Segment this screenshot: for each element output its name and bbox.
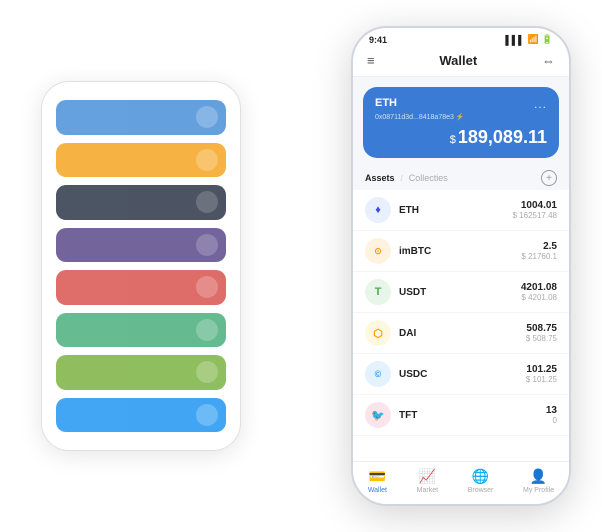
eth-usd: $ 162517.48 (513, 211, 558, 220)
usdc-name: USDC (399, 369, 518, 380)
tft-icon: 🐦 (365, 402, 391, 428)
usdt-icon: T (365, 279, 391, 305)
eth-address: 0x08711d3d...8418a78e3 ⚡ (375, 113, 547, 121)
dai-usd: $ 508.75 (526, 334, 557, 343)
eth-card-top: ETH ... (375, 97, 547, 111)
page-title: Wallet (439, 53, 477, 68)
dai-amount: 508.75 (526, 323, 557, 334)
usdc-balance-info: 101.25 $ 101.25 (526, 364, 557, 384)
eth-options-icon[interactable]: ... (534, 97, 547, 111)
eth-balance-amount: 189,089.11 (458, 127, 547, 147)
usdt-name: USDT (399, 287, 513, 298)
tft-name: TFT (399, 410, 538, 421)
usdt-amount: 4201.08 (521, 282, 557, 293)
profile-icon: 👤 (530, 468, 547, 485)
bg-card-5[interactable] (56, 270, 226, 305)
scan-icon[interactable]: ⇔ (542, 53, 555, 68)
scene: 9:41 ▌▌▌ 📶 🔋 ≡ Wallet ⇔ ETH ... 0x08711d… (11, 11, 591, 521)
eth-balance-info: 1004.01 $ 162517.48 (513, 200, 558, 220)
nav-profile[interactable]: 👤 My Profile (523, 468, 554, 494)
bg-card-3[interactable] (56, 185, 226, 220)
foreground-phone: 9:41 ▌▌▌ 📶 🔋 ≡ Wallet ⇔ ETH ... 0x08711d… (351, 26, 571, 506)
asset-item-tft[interactable]: 🐦 TFT 13 0 (353, 395, 569, 436)
eth-card[interactable]: ETH ... 0x08711d3d...8418a78e3 ⚡ $189,08… (363, 87, 559, 158)
nav-profile-label: My Profile (523, 487, 554, 494)
bg-card-4[interactable] (56, 228, 226, 263)
assets-header: Assets / Collecties + (353, 166, 569, 190)
tft-balance-info: 13 0 (546, 405, 557, 425)
eth-icon: ♦ (365, 197, 391, 223)
imbtc-amount: 2.5 (521, 241, 557, 252)
tft-amount: 13 (546, 405, 557, 416)
assets-tabs: Assets / Collecties (365, 173, 448, 183)
bg-card-7[interactable] (56, 355, 226, 390)
browser-icon: 🌐 (472, 468, 489, 485)
asset-item-imbtc[interactable]: ⊙ imBTC 2.5 $ 21760.1 (353, 231, 569, 272)
asset-item-dai[interactable]: ⬡ DAI 508.75 $ 508.75 (353, 313, 569, 354)
status-icons: ▌▌▌ 📶 🔋 (505, 34, 553, 45)
bg-card-2[interactable] (56, 143, 226, 178)
asset-item-eth[interactable]: ♦ ETH 1004.01 $ 162517.48 (353, 190, 569, 231)
asset-item-usdc[interactable]: © USDC 101.25 $ 101.25 (353, 354, 569, 395)
imbtc-balance-info: 2.5 $ 21760.1 (521, 241, 557, 261)
dai-name: DAI (399, 328, 518, 339)
assets-tab-active[interactable]: Assets (365, 173, 395, 183)
phone-content: ETH ... 0x08711d3d...8418a78e3 ⚡ $189,08… (353, 77, 569, 504)
eth-name: ETH (399, 205, 505, 216)
status-time: 9:41 (369, 35, 387, 45)
dai-balance-info: 508.75 $ 508.75 (526, 323, 557, 343)
bg-card-1[interactable] (56, 100, 226, 135)
eth-balance-symbol: $ (450, 134, 456, 146)
signal-icon: ▌▌▌ (505, 35, 524, 45)
assets-tab-collectibles[interactable]: Collecties (409, 173, 448, 183)
wifi-icon: 📶 (528, 34, 539, 45)
asset-list: ♦ ETH 1004.01 $ 162517.48 ⊙ imBTC 2.5 $ … (353, 190, 569, 461)
phone-header: ≡ Wallet ⇔ (353, 49, 569, 77)
bg-card-8[interactable] (56, 398, 226, 433)
market-icon: 📈 (419, 468, 436, 485)
assets-tab-divider: / (401, 174, 403, 183)
nav-wallet[interactable]: 💳 Wallet (368, 468, 387, 494)
usdc-icon: © (365, 361, 391, 387)
tft-usd: 0 (546, 416, 557, 425)
eth-balance: $189,089.11 (375, 127, 547, 148)
eth-label: ETH (375, 97, 397, 109)
usdc-usd: $ 101.25 (526, 375, 557, 384)
nav-wallet-label: Wallet (368, 487, 387, 494)
hamburger-icon[interactable]: ≡ (367, 53, 375, 68)
status-bar: 9:41 ▌▌▌ 📶 🔋 (353, 28, 569, 49)
nav-market[interactable]: 📈 Market (417, 468, 438, 494)
dai-icon: ⬡ (365, 320, 391, 346)
battery-icon: 🔋 (542, 34, 553, 45)
imbtc-usd: $ 21760.1 (521, 252, 557, 261)
nav-browser-label: Browser (468, 487, 494, 494)
wallet-icon: 💳 (369, 468, 386, 485)
background-phone (41, 81, 241, 451)
bg-card-6[interactable] (56, 313, 226, 348)
bottom-nav: 💳 Wallet 📈 Market 🌐 Browser 👤 My Profile (353, 461, 569, 504)
usdc-amount: 101.25 (526, 364, 557, 375)
asset-item-usdt[interactable]: T USDT 4201.08 $ 4201.08 (353, 272, 569, 313)
nav-browser[interactable]: 🌐 Browser (468, 468, 494, 494)
imbtc-icon: ⊙ (365, 238, 391, 264)
assets-add-button[interactable]: + (541, 170, 557, 186)
nav-market-label: Market (417, 487, 438, 494)
imbtc-name: imBTC (399, 246, 513, 257)
usdt-usd: $ 4201.08 (521, 293, 557, 302)
usdt-balance-info: 4201.08 $ 4201.08 (521, 282, 557, 302)
eth-amount: 1004.01 (513, 200, 558, 211)
